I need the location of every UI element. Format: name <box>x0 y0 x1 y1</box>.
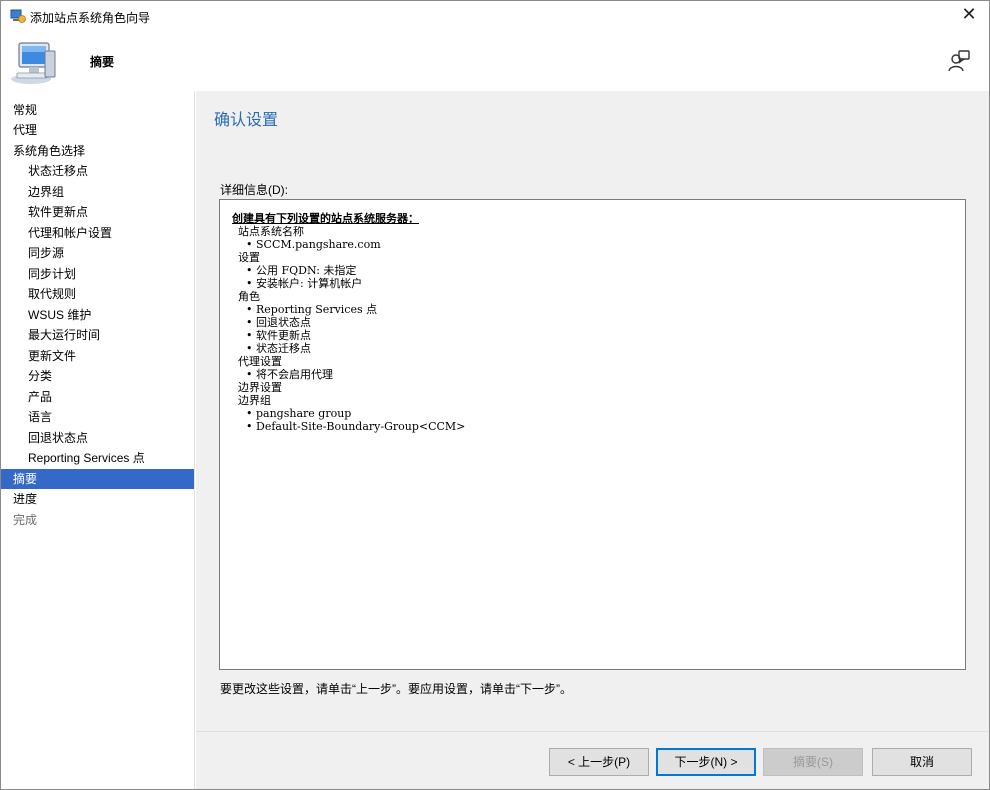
nav-item-summary[interactable]: 摘要 <box>1 469 194 489</box>
detail-line: 边界设置 <box>238 381 282 394</box>
nav-item-reporting-services-point[interactable]: Reporting Services 点 <box>1 448 194 468</box>
nav-item-state-migration-point[interactable]: 状态迁移点 <box>1 161 194 181</box>
nav-item-max-run-time[interactable]: 最大运行时间 <box>1 325 194 345</box>
detail-line: 角色 <box>238 290 260 303</box>
window-title: 添加站点系统角色向导 <box>30 11 151 25</box>
detail-line: 公用 FQDN: 未指定 <box>232 264 965 277</box>
header-page-label: 摘要 <box>90 55 115 69</box>
instruction-hint: 要更改这些设置，请单击“上一步”。要应用设置，请单击“下一步”。 <box>220 682 572 696</box>
wizard-nav: 常规 代理 系统角色选择 状态迁移点 边界组 软件更新点 代理和帐户设置 同步源… <box>1 91 195 789</box>
nav-item-fallback-status-point[interactable]: 回退状态点 <box>1 428 194 448</box>
nav-item-software-update-point[interactable]: 软件更新点 <box>1 202 194 222</box>
details-textbox[interactable]: 创建具有下列设置的站点系统服务器： 站点系统名称 SCCM.pangshare.… <box>219 199 966 670</box>
main-panel: 确认设置 详细信息(D): 创建具有下列设置的站点系统服务器： 站点系统名称 S… <box>196 91 989 731</box>
nav-item-proxy-account-settings[interactable]: 代理和帐户设置 <box>1 223 194 243</box>
nav-item-update-files[interactable]: 更新文件 <box>1 346 194 366</box>
page-heading: 确认设置 <box>214 112 279 129</box>
button-bar: < 上一步(P) 下一步(N) > 摘要(S) 取消 <box>196 731 989 789</box>
wizard-app-icon <box>10 8 26 24</box>
detail-line: 站点系统名称 <box>238 225 304 238</box>
nav-item-supersedence-rules[interactable]: 取代规则 <box>1 284 194 304</box>
detail-line: 代理设置 <box>238 355 282 368</box>
help-person-icon[interactable] <box>947 49 971 73</box>
wizard-window: 添加站点系统角色向导 ✕ 摘要 常规 代理 系统角色选择 状态迁移点 边界组 软… <box>0 0 990 790</box>
detail-line: 设置 <box>238 251 260 264</box>
summary-button: 摘要(S) <box>763 748 863 776</box>
detail-line: pangshare group <box>232 407 965 420</box>
detail-line: Default-Site-Boundary-Group<CCM> <box>232 420 965 433</box>
nav-item-boundary-groups[interactable]: 边界组 <box>1 182 194 202</box>
wizard-header: 摘要 <box>1 31 989 91</box>
nav-item-sync-schedule[interactable]: 同步计划 <box>1 264 194 284</box>
computer-icon <box>9 39 59 85</box>
detail-line: SCCM.pangshare.com <box>232 238 965 251</box>
nav-item-classifications[interactable]: 分类 <box>1 366 194 386</box>
close-button[interactable]: ✕ <box>949 1 989 31</box>
previous-button[interactable]: < 上一步(P) <box>549 748 649 776</box>
nav-item-products[interactable]: 产品 <box>1 387 194 407</box>
summary-title: 创建具有下列设置的站点系统服务器： <box>232 212 419 225</box>
nav-item-proxy[interactable]: 代理 <box>1 120 194 140</box>
detail-line: 软件更新点 <box>232 329 965 342</box>
nav-item-general[interactable]: 常规 <box>1 100 194 120</box>
nav-item-wsus-maintenance[interactable]: WSUS 维护 <box>1 305 194 325</box>
next-button[interactable]: 下一步(N) > <box>656 748 756 776</box>
cancel-button[interactable]: 取消 <box>872 748 972 776</box>
detail-line: 边界组 <box>238 394 271 407</box>
title-bar: 添加站点系统角色向导 ✕ <box>1 1 989 31</box>
detail-line: 安装帐户: 计算机帐户 <box>232 277 965 290</box>
detail-line: 将不会启用代理 <box>232 368 965 381</box>
detail-line: Reporting Services 点 <box>232 303 965 316</box>
details-label: 详细信息(D): <box>220 183 288 197</box>
nav-item-progress[interactable]: 进度 <box>1 489 194 509</box>
nav-item-role-selection[interactable]: 系统角色选择 <box>1 141 194 161</box>
nav-item-completion: 完成 <box>13 513 38 527</box>
detail-line: 状态迁移点 <box>232 342 965 355</box>
nav-item-sync-source[interactable]: 同步源 <box>1 243 194 263</box>
nav-item-languages[interactable]: 语言 <box>1 407 194 427</box>
detail-line: 回退状态点 <box>232 316 965 329</box>
